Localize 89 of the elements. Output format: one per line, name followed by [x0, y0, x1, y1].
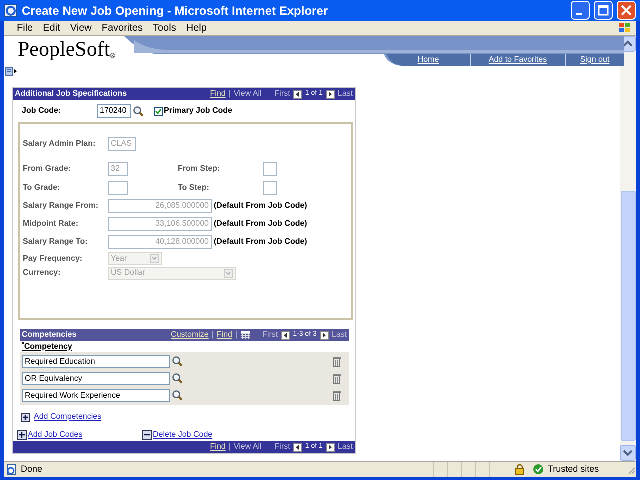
menu-item[interactable]: View [65, 20, 97, 36]
field-label: Salary Admin Plan: [23, 138, 97, 150]
default-note: (Default From Job Code) [214, 218, 308, 230]
field-label: Salary Range To: [23, 236, 89, 248]
add-link[interactable]: Add Job Codes [28, 428, 142, 440]
field-label: From Step: [178, 162, 222, 174]
trash-icon[interactable] [333, 356, 341, 367]
find-link[interactable]: Find [216, 329, 232, 341]
checkbox-label: Primary Job Code [164, 105, 232, 117]
plus-icon[interactable] [17, 430, 27, 440]
page-icon [6, 464, 18, 476]
field-label: From Grade: [23, 162, 72, 174]
previous-icon[interactable] [293, 90, 302, 98]
menu-item[interactable]: Help [181, 20, 212, 36]
minimize-icon[interactable] [571, 1, 590, 20]
trash-icon[interactable] [333, 373, 341, 384]
first-label: First [274, 441, 290, 453]
view-all-link[interactable]: View All [234, 441, 262, 453]
scroll-down-icon[interactable] [620, 445, 636, 461]
dropdown-arrow-icon [150, 254, 159, 263]
scrollbar-thumb[interactable] [620, 191, 636, 441]
minus-icon[interactable] [142, 430, 152, 440]
check-circle-icon [533, 464, 544, 475]
separator: | [228, 88, 231, 100]
input-field[interactable]: Required Education [22, 355, 170, 368]
next-icon[interactable] [326, 90, 335, 98]
grid-title: Competencies [22, 329, 77, 341]
menu-item[interactable]: Tools [148, 20, 182, 36]
search-icon[interactable] [172, 373, 183, 384]
status-text: Done [21, 462, 44, 476]
checkbox[interactable] [154, 106, 163, 116]
search-icon[interactable] [172, 390, 183, 401]
job-code-field[interactable]: 170240 [97, 104, 131, 118]
lock-icon [515, 464, 525, 475]
default-note: (Default From Job Code) [214, 236, 308, 248]
maximize-icon[interactable] [594, 1, 613, 20]
field-label: Midpoint Rate: [23, 218, 80, 230]
last-label: Last [338, 88, 353, 100]
input-field[interactable]: OR Equivalency [22, 372, 170, 385]
field-label: Currency: [23, 267, 62, 279]
search-icon[interactable] [172, 356, 183, 367]
view-all-link[interactable]: View All [234, 88, 262, 100]
menu-item[interactable]: File [12, 20, 38, 36]
delete-link[interactable]: Delete Job Code [153, 428, 213, 440]
input-field[interactable] [263, 180, 277, 194]
window-title: Create New Job Opening - Microsoft Internet Explorer [22, 2, 330, 20]
input-field[interactable] [263, 162, 277, 176]
find-link[interactable]: Find [210, 441, 226, 453]
first-label: First [262, 329, 278, 341]
search-icon[interactable] [133, 106, 144, 116]
windows-logo-icon [618, 22, 632, 34]
page-menu-icon[interactable] [5, 67, 17, 76]
last-label: Last [332, 329, 347, 341]
default-note: (Default From Job Code) [214, 200, 308, 212]
separator: | [235, 329, 238, 341]
field-label: Pay Frequency: [23, 252, 84, 264]
menu-item[interactable]: Favorites [96, 20, 148, 36]
plus-icon[interactable] [21, 412, 30, 422]
trash-icon[interactable] [333, 390, 341, 401]
input-field[interactable]: Required Work Experience [22, 389, 170, 402]
input-field[interactable] [108, 180, 128, 194]
zone-text: Trusted sites [548, 462, 600, 476]
section-title: Additional Job Specifications [15, 88, 128, 100]
column-header: $^{*}$Competency [22, 340, 72, 352]
field-label: Salary Range From: [23, 200, 100, 212]
previous-icon[interactable] [293, 442, 302, 452]
close-icon[interactable] [617, 1, 636, 20]
customize-link[interactable]: Customize [171, 329, 209, 341]
separator: | [228, 441, 231, 453]
add-link[interactable]: Add Competencies [34, 411, 102, 423]
field-label: To Step: [178, 182, 210, 194]
field-label: To Grade: [23, 182, 62, 194]
header-link[interactable]: Add to Favorites [488, 54, 548, 66]
dropdown-arrow-icon [224, 268, 233, 278]
next-icon[interactable] [326, 442, 335, 452]
first-label: First [274, 88, 290, 100]
next-icon[interactable] [320, 330, 329, 340]
header-link[interactable]: Sign out [580, 54, 610, 66]
header-link[interactable]: Home [418, 54, 440, 66]
field-label: Job Code: [22, 105, 62, 117]
logo-text: PeopleSoft [18, 37, 110, 61]
previous-icon[interactable] [281, 330, 290, 340]
resize-grip-icon [626, 464, 636, 474]
browser-icon [4, 4, 18, 18]
menu-item[interactable]: Edit [38, 20, 66, 36]
grid-icon[interactable] [240, 331, 250, 339]
last-label: Last [338, 441, 353, 453]
find-link[interactable]: Find [210, 88, 226, 100]
separator: | [212, 329, 214, 341]
